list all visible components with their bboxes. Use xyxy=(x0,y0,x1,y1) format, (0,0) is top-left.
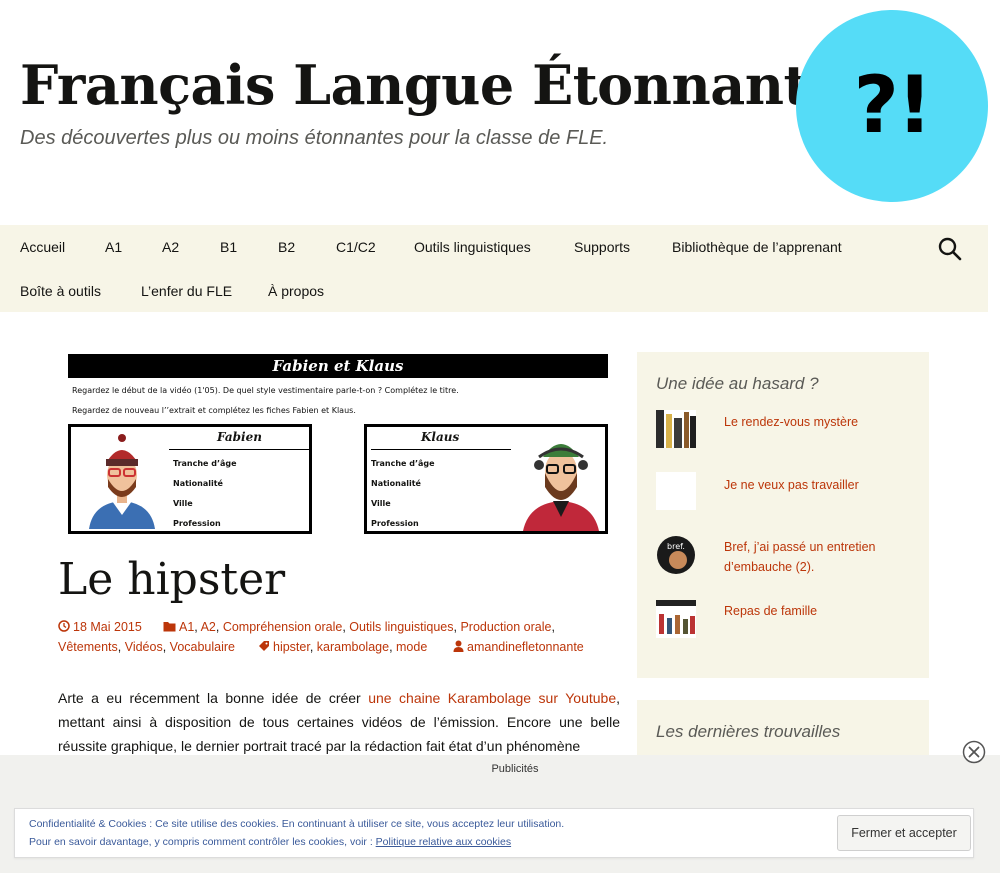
card-field: Ville xyxy=(371,499,391,508)
category-link[interactable]: Outils linguistiques xyxy=(349,620,453,634)
nav-item-enfer-du-fle[interactable]: L’enfer du FLE xyxy=(141,281,232,301)
post-title[interactable]: Le hipster xyxy=(58,550,285,610)
post-author[interactable]: amandinefletonnante xyxy=(453,638,584,656)
post-categories-line1: A1, A2, Compréhension orale, Outils ling… xyxy=(163,618,555,636)
sidebar-link-travailler[interactable]: Je ne veux pas travailler xyxy=(724,475,914,495)
card-fabien: Fabien Tranche d’âge Nationalité Ville P… xyxy=(68,424,312,534)
featured-banner: Fabien et Klaus xyxy=(68,354,608,378)
sidebar-link-repas[interactable]: Repas de famille xyxy=(724,601,914,621)
card-klaus: Klaus Tranche d’âge Nationalité Ville Pr… xyxy=(364,424,608,534)
category-link[interactable]: Production orale xyxy=(460,620,551,634)
card-rule xyxy=(169,449,309,450)
nav-item-b2[interactable]: B2 xyxy=(278,237,295,257)
card-field: Profession xyxy=(173,519,221,528)
logo-text: ?! xyxy=(853,61,933,151)
cookie-text-2: Pour en savoir davantage, y compris comm… xyxy=(29,836,511,848)
fabien-illustration xyxy=(89,434,155,529)
category-link[interactable]: Compréhension orale xyxy=(223,620,343,634)
nav-item-c1c2[interactable]: C1/C2 xyxy=(336,237,376,257)
widget-random: Une idée au hasard ? Le rendez-vous myst… xyxy=(637,352,929,678)
excerpt-text: Arte a eu récemment la bonne idée de cré… xyxy=(58,690,369,706)
nav-item-bibliotheque[interactable]: Bibliothèque de l’apprenant xyxy=(672,237,842,257)
nav-item-boite-a-outils[interactable]: Boîte à outils xyxy=(20,281,101,301)
category-link[interactable]: Vêtements xyxy=(58,640,118,654)
cookie-text: Confidentialité & Cookies : Ce site util… xyxy=(29,818,565,830)
category-link[interactable]: A2 xyxy=(201,620,216,634)
sidebar-link-bref[interactable]: Bref, j’ai passé un entretien d’embauche… xyxy=(724,537,914,577)
close-icon[interactable] xyxy=(962,740,986,764)
thumbnail-image[interactable] xyxy=(656,472,696,510)
card-fabien-title: Fabien xyxy=(217,430,262,444)
card-field: Ville xyxy=(173,499,193,508)
user-icon xyxy=(453,640,464,652)
ad-label: Publicités xyxy=(491,763,539,775)
site-tagline: Des découvertes plus ou moins étonnantes… xyxy=(20,127,609,149)
tag-link[interactable]: hipster xyxy=(273,640,310,654)
clock-icon xyxy=(58,620,70,632)
post-categories-line2: Vêtements, Vidéos, Vocabulaire xyxy=(58,640,235,654)
tag-icon xyxy=(259,641,269,651)
site-logo[interactable]: ?! xyxy=(796,10,988,202)
klaus-illustration xyxy=(523,444,599,531)
nav-item-a2[interactable]: A2 xyxy=(162,237,179,257)
card-field: Profession xyxy=(371,519,419,528)
svg-text:bref.: bref. xyxy=(667,542,685,551)
featured-image[interactable]: Fabien et Klaus Regardez le début de la … xyxy=(60,350,620,540)
category-link[interactable]: A1 xyxy=(179,620,194,634)
nav-item-b1[interactable]: B1 xyxy=(220,237,237,257)
card-klaus-title: Klaus xyxy=(421,430,460,444)
card-rule xyxy=(371,449,511,450)
card-field: Tranche d’âge xyxy=(173,459,237,468)
card-field: Nationalité xyxy=(173,479,223,488)
widget-latest: Les dernières trouvailles xyxy=(637,700,929,760)
author-link[interactable]: amandinefletonnante xyxy=(467,640,584,654)
nav-item-supports[interactable]: Supports xyxy=(574,237,630,257)
cookie-banner: Confidentialité & Cookies : Ce site util… xyxy=(14,808,974,858)
cookie-text-prefix: Pour en savoir davantage, y compris comm… xyxy=(29,836,376,848)
post-date[interactable]: 18 Mai 2015 xyxy=(58,618,142,636)
post-tags: hipster, karambolage, mode xyxy=(258,638,427,656)
category-link[interactable]: Vocabulaire xyxy=(170,640,235,654)
thumbnail-image[interactable] xyxy=(656,410,696,448)
folder-icon xyxy=(163,622,176,632)
tag-link[interactable]: karambolage xyxy=(317,640,389,654)
post-excerpt: Arte a eu récemment la bonne idée de cré… xyxy=(58,686,620,758)
category-link[interactable]: Vidéos xyxy=(125,640,163,654)
nav-item-a1[interactable]: A1 xyxy=(105,237,122,257)
search-icon[interactable] xyxy=(937,236,963,262)
karambolage-youtube-link[interactable]: une chaine Karambolage sur Youtube xyxy=(368,690,616,706)
post-date-link[interactable]: 18 Mai 2015 xyxy=(73,620,142,634)
tag-link[interactable]: mode xyxy=(396,640,427,654)
featured-instruction-2: Regardez de nouveau l’’extrait et complé… xyxy=(72,406,356,415)
card-field: Tranche d’âge xyxy=(371,459,435,468)
nav-item-a-propos[interactable]: À propos xyxy=(268,281,324,301)
thumbnail-image[interactable] xyxy=(656,600,696,638)
site-title[interactable]: Français Langue Étonnante xyxy=(20,50,842,120)
thumbnail-image[interactable]: bref. xyxy=(656,536,696,574)
nav-item-accueil[interactable]: Accueil xyxy=(20,237,65,257)
widget-latest-title: Les dernières trouvailles xyxy=(656,722,841,741)
accept-cookies-button[interactable]: Fermer et accepter xyxy=(837,815,971,851)
card-field: Nationalité xyxy=(371,479,421,488)
featured-instruction-1: Regardez le début de la vidéo (1'05). De… xyxy=(72,386,459,395)
cookie-policy-link[interactable]: Politique relative aux cookies xyxy=(376,836,511,848)
widget-random-title: Une idée au hasard ? xyxy=(656,374,819,393)
nav-item-outils-linguistiques[interactable]: Outils linguistiques xyxy=(414,237,531,257)
sidebar-link-rendez-vous[interactable]: Le rendez-vous mystère xyxy=(724,412,914,432)
